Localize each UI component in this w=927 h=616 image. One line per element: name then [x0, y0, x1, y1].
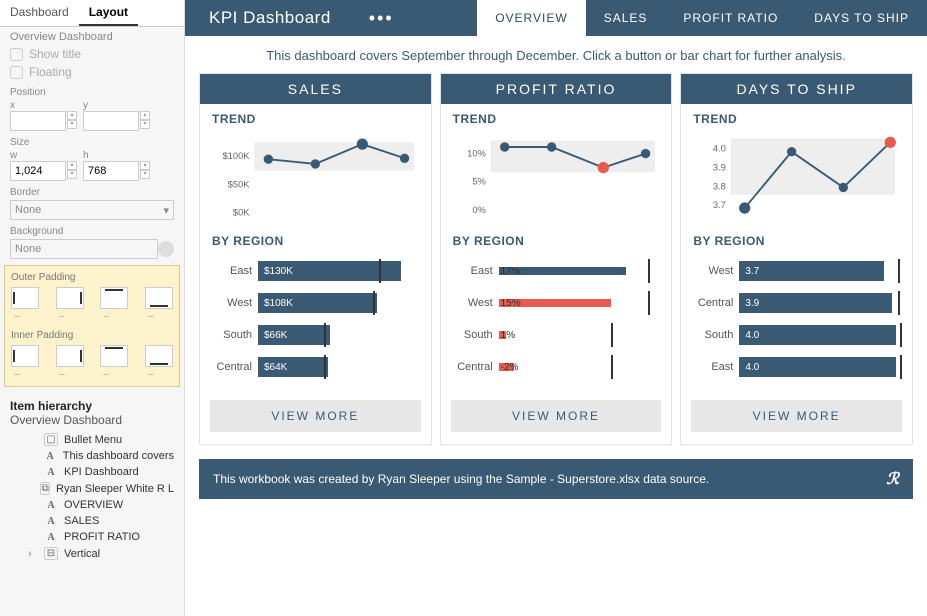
card-profit-header[interactable]: PROFIT RATIO	[441, 74, 672, 104]
sales-trend-label: TREND	[200, 104, 431, 130]
nav-tab-days-to-ship[interactable]: DAYS TO SHIP	[796, 0, 927, 36]
svg-text:5%: 5%	[472, 176, 486, 187]
svg-text:$100K: $100K	[222, 150, 250, 161]
profit-trend-chart[interactable]: 10% 5% 0%	[441, 130, 672, 226]
days-view-more-button[interactable]: VIEW MORE	[691, 400, 902, 432]
y-spinner[interactable]: ▴▾	[140, 111, 150, 131]
region-row[interactable]: South4.0	[689, 322, 904, 348]
h-input[interactable]	[83, 161, 139, 181]
region-row[interactable]: Central-2%	[449, 354, 664, 380]
region-row[interactable]: Central3.9	[689, 290, 904, 316]
background-select[interactable]: None	[10, 239, 158, 259]
region-row[interactable]: Central$64K	[208, 354, 423, 380]
days-trend-chart[interactable]: 4.0 3.9 3.8 3.7	[681, 130, 912, 226]
chevron-down-icon: ▾	[163, 204, 169, 217]
region-row[interactable]: East17%	[449, 258, 664, 284]
nav-tab-sales[interactable]: SALES	[586, 0, 666, 36]
x-label: x	[10, 100, 77, 111]
inner-padding-label: Inner Padding	[11, 330, 173, 341]
sales-trend-chart[interactable]: $100K $50K $0K	[200, 130, 431, 226]
svg-text:$0K: $0K	[233, 207, 250, 218]
card-profit: PROFIT RATIO TREND 10% 5% 0% BY REGION E…	[440, 73, 673, 445]
outer-padding-controls[interactable]: – – – –	[11, 287, 173, 322]
show-title-checkbox[interactable]: Show title	[0, 45, 184, 63]
padding-box: Outer Padding – – – – Inner Padding – – …	[4, 265, 180, 387]
y-label: y	[83, 100, 150, 111]
w-spinner[interactable]: ▴▾	[67, 161, 77, 181]
hierarchy-root[interactable]: Overview Dashboard	[10, 413, 174, 427]
x-input[interactable]	[10, 111, 66, 131]
size-label: Size	[0, 131, 184, 150]
card-days: DAYS TO SHIP TREND 4.0 3.9 3.8 3.7 BY RE…	[680, 73, 913, 445]
hierarchy-item[interactable]: ▢Bullet Menu	[10, 431, 174, 448]
sales-view-more-button[interactable]: VIEW MORE	[210, 400, 421, 432]
background-swatch[interactable]	[158, 241, 174, 257]
svg-text:0%: 0%	[472, 204, 486, 215]
sales-region-label: BY REGION	[200, 226, 431, 252]
region-row[interactable]: South1%	[449, 322, 664, 348]
svg-text:3.8: 3.8	[713, 180, 726, 191]
region-row[interactable]: West15%	[449, 290, 664, 316]
region-row[interactable]: East$130K	[208, 258, 423, 284]
w-input[interactable]	[10, 161, 66, 181]
background-label: Background	[0, 220, 184, 239]
w-label: w	[10, 150, 77, 161]
profit-trend-label: TREND	[441, 104, 672, 130]
dashboard-header: KPI Dashboard ••• OVERVIEWSALESPROFIT RA…	[185, 0, 927, 36]
hierarchy-item[interactable]: AThis dashboard covers	[10, 448, 174, 464]
card-sales: SALES TREND $100K $50K $0K BY REGION Eas…	[199, 73, 432, 445]
y-input[interactable]	[83, 111, 139, 131]
hierarchy-item[interactable]: APROFIT RATIO	[10, 529, 174, 545]
region-row[interactable]: South$66K	[208, 322, 423, 348]
days-trend-label: TREND	[681, 104, 912, 130]
region-row[interactable]: West$108K	[208, 290, 423, 316]
position-label: Position	[0, 81, 184, 100]
dashboard-subtitle: This dashboard covers September through …	[185, 36, 927, 73]
x-spinner[interactable]: ▴▾	[67, 111, 77, 131]
days-region-chart[interactable]: West3.7 Central3.9 South4.0 East4.0	[681, 252, 912, 394]
profit-region-chart[interactable]: East17% West15% South1% Central-2%	[441, 252, 672, 394]
svg-text:10%: 10%	[467, 147, 486, 158]
sales-region-chart[interactable]: East$130K West$108K South$66K Central$64K	[200, 252, 431, 394]
selected-item-label: Overview Dashboard	[0, 27, 184, 45]
region-row[interactable]: East4.0	[689, 354, 904, 380]
dashboard-title: KPI Dashboard	[185, 0, 355, 36]
profit-view-more-button[interactable]: VIEW MORE	[451, 400, 662, 432]
tab-layout[interactable]: Layout	[79, 0, 138, 26]
card-days-header[interactable]: DAYS TO SHIP	[681, 74, 912, 104]
nav-tab-overview[interactable]: OVERVIEW	[477, 0, 585, 36]
svg-text:$50K: $50K	[228, 178, 251, 189]
h-label: h	[83, 150, 150, 161]
hierarchy-item[interactable]: ASALES	[10, 513, 174, 529]
inner-padding-controls[interactable]: – – – –	[11, 345, 173, 380]
hierarchy-item[interactable]: AOVERVIEW	[10, 497, 174, 513]
svg-text:3.9: 3.9	[713, 161, 726, 172]
region-row[interactable]: West3.7	[689, 258, 904, 284]
dashboard-footer: This workbook was created by Ryan Sleepe…	[199, 459, 913, 499]
outer-padding-label: Outer Padding	[11, 272, 173, 283]
footer-text: This workbook was created by Ryan Sleepe…	[213, 472, 709, 486]
svg-text:4.0: 4.0	[713, 143, 726, 154]
card-sales-header[interactable]: SALES	[200, 74, 431, 104]
profit-region-label: BY REGION	[441, 226, 672, 252]
menu-dots-icon[interactable]: •••	[355, 0, 408, 36]
kpi-cards-row: SALES TREND $100K $50K $0K BY REGION Eas…	[185, 73, 927, 445]
h-spinner[interactable]: ▴▾	[140, 161, 150, 181]
dashboard-canvas: KPI Dashboard ••• OVERVIEWSALESPROFIT RA…	[185, 0, 927, 616]
border-select[interactable]: None▾	[10, 200, 174, 220]
hierarchy-title: Item hierarchy	[10, 399, 174, 413]
sidebar-tabs: Dashboard Layout	[0, 0, 184, 27]
nav-tab-profit-ratio[interactable]: PROFIT RATIO	[665, 0, 796, 36]
days-region-label: BY REGION	[681, 226, 912, 252]
layout-sidebar: Dashboard Layout Overview Dashboard Show…	[0, 0, 185, 616]
svg-text:3.7: 3.7	[713, 199, 726, 210]
brand-logo-icon: ℛ	[886, 469, 899, 489]
border-label: Border	[0, 181, 184, 200]
hierarchy-item[interactable]: ›⊟Vertical	[10, 545, 174, 562]
tab-dashboard[interactable]: Dashboard	[0, 0, 79, 26]
item-hierarchy: Item hierarchy Overview Dashboard ▢Bulle…	[0, 393, 184, 568]
floating-checkbox[interactable]: Floating	[0, 63, 184, 81]
hierarchy-item[interactable]: ⧉Ryan Sleeper White R L	[10, 480, 174, 497]
hierarchy-item[interactable]: AKPI Dashboard	[10, 464, 174, 480]
